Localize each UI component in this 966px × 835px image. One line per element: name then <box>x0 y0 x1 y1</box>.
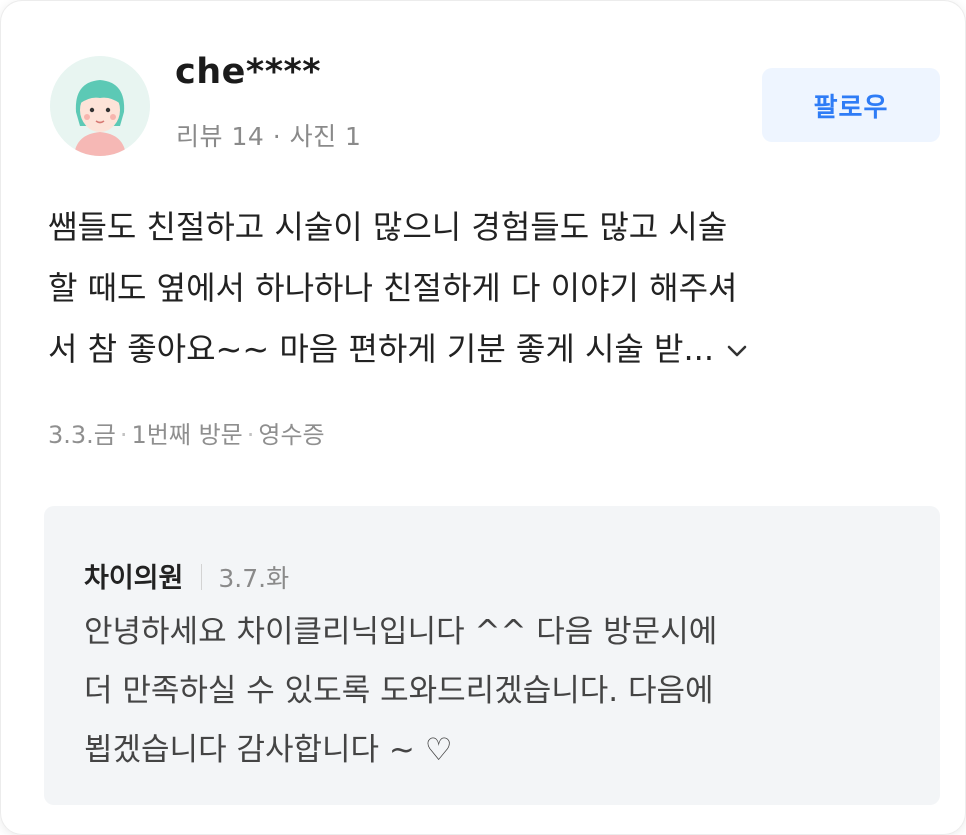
separator-dot: · <box>246 421 255 449</box>
reply-author: 차이의원 <box>84 563 184 594</box>
reply-text-line: 안녕하세요 차이클리닉입니다 ^^ 다음 방문시에 <box>84 614 718 650</box>
reply-date: 3.7.화 <box>218 564 290 593</box>
author-stats: 리뷰 14 · 사진 1 <box>176 122 362 151</box>
follow-button[interactable]: 팔로우 <box>762 68 940 142</box>
visit-count: 1번째 방문 <box>131 421 243 449</box>
user-avatar-icon <box>50 56 150 156</box>
avatar[interactable] <box>50 56 150 156</box>
review-text-truncated: 서 참 좋아요~~ 마음 편하게 기분 좋게 시술 받... <box>48 330 714 368</box>
separator-dot: · <box>119 421 128 449</box>
chevron-down-icon <box>727 345 747 357</box>
reply-text-line: 더 만족하실 수 있도록 도와드리겠습니다. 다음에 <box>84 673 714 709</box>
review-text-line: 쌤들도 친절하고 시술이 많으니 경험들도 많고 시술 <box>48 208 728 246</box>
visit-meta: 3.3.금 · 1번째 방문 · 영수증 <box>48 415 325 450</box>
review-text-line-last: 서 참 좋아요~~ 마음 편하게 기분 좋게 시술 받... <box>48 319 928 380</box>
review-author[interactable]: che**** <box>175 52 321 92</box>
expand-review-button[interactable] <box>724 338 750 364</box>
review-text-line: 할 때도 옆에서 하나하나 친절하게 다 이야기 해주셔 <box>48 269 738 307</box>
review-card: che**** 리뷰 14 · 사진 1 팔로우 쌤들도 친절하고 시술이 많으… <box>0 0 966 835</box>
visit-date: 3.3.금 <box>48 421 116 449</box>
reply-text-line: 뵙겠습니다 감사합니다 ~ ♡ <box>84 732 453 768</box>
verification-badge: 영수증 <box>258 421 325 449</box>
reply-header: 차이의원 3.7.화 <box>84 556 289 595</box>
divider <box>201 564 203 590</box>
review-text[interactable]: 쌤들도 친절하고 시술이 많으니 경험들도 많고 시술 할 때도 옆에서 하나하… <box>48 197 928 380</box>
reply-text: 안녕하세요 차이클리닉입니다 ^^ 다음 방문시에 더 만족하실 수 있도록 도… <box>84 603 914 780</box>
owner-reply: 차이의원 3.7.화 안녕하세요 차이클리닉입니다 ^^ 다음 방문시에 더 만족… <box>44 506 940 805</box>
